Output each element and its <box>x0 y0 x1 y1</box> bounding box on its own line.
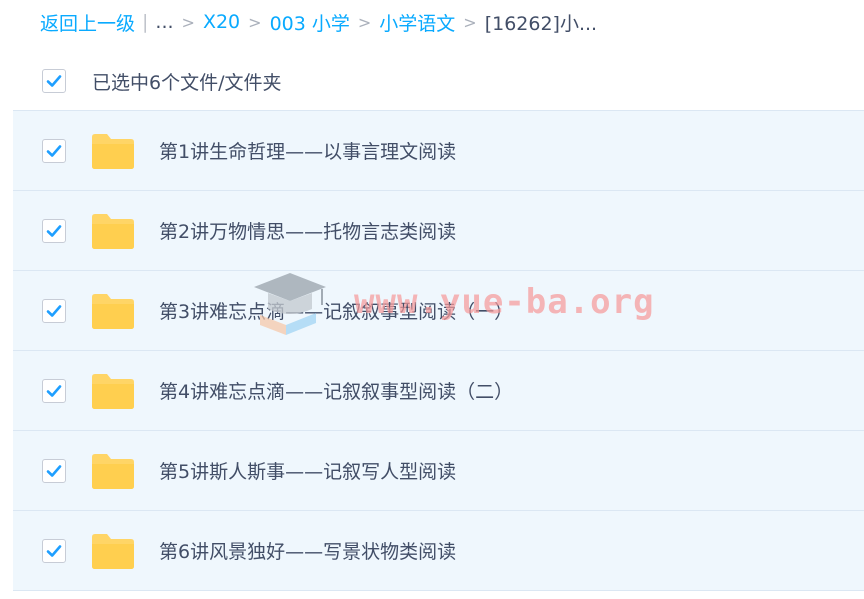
breadcrumb-ellipsis[interactable]: ... <box>155 11 173 33</box>
breadcrumb-divider: | <box>142 11 149 33</box>
file-name[interactable]: 第6讲风景独好——写景状物类阅读 <box>159 537 456 564</box>
file-row[interactable]: 第3讲难忘点滴——记叙叙事型阅读（一） <box>13 271 864 351</box>
file-row[interactable]: 第1讲生命哲理——以事言理文阅读 <box>13 111 864 191</box>
checkmark-icon <box>46 304 62 317</box>
breadcrumb-separator-icon: > <box>248 12 262 32</box>
checkmark-icon <box>46 384 62 397</box>
folder-icon <box>90 531 136 571</box>
checkmark-icon <box>46 144 62 157</box>
folder-icon <box>90 291 136 331</box>
row-checkbox[interactable] <box>42 538 66 563</box>
row-checkbox[interactable] <box>42 138 66 163</box>
folder-icon <box>90 211 136 251</box>
folder-icon <box>90 131 136 171</box>
file-name[interactable]: 第5讲斯人斯事——记叙写人型阅读 <box>159 457 456 484</box>
breadcrumb-item-chinese[interactable]: 小学语文 <box>379 9 455 36</box>
folder-icon <box>90 451 136 491</box>
selection-count: 已选中6个文件/文件夹 <box>92 71 282 94</box>
breadcrumb-separator-icon: > <box>463 12 477 32</box>
breadcrumb-separator-icon: > <box>357 12 372 32</box>
file-row[interactable]: 第6讲风景独好——写景状物类阅读 <box>13 511 864 591</box>
breadcrumb-separator-icon: > <box>181 12 195 32</box>
folder-icon <box>90 371 136 411</box>
breadcrumb-item-x20[interactable]: X20 <box>203 11 240 33</box>
file-name[interactable]: 第3讲难忘点滴——记叙叙事型阅读（一） <box>159 297 513 324</box>
checkmark-icon <box>46 464 62 477</box>
back-link[interactable]: 返回上一级 <box>40 9 135 36</box>
file-name[interactable]: 第1讲生命哲理——以事言理文阅读 <box>159 137 456 164</box>
row-checkbox[interactable] <box>42 298 66 323</box>
file-list: 第1讲生命哲理——以事言理文阅读 第2讲万物情思——托物言志类阅读 第3讲难忘点… <box>13 111 864 591</box>
checkmark-icon <box>46 544 62 557</box>
file-name[interactable]: 第4讲难忘点滴——记叙叙事型阅读（二） <box>159 377 513 404</box>
checkmark-icon <box>46 224 62 237</box>
row-checkbox[interactable] <box>42 458 66 483</box>
select-all-checkbox[interactable] <box>42 69 66 93</box>
file-row[interactable]: 第5讲斯人斯事——记叙写人型阅读 <box>13 431 864 511</box>
row-checkbox[interactable] <box>42 218 66 243</box>
file-row[interactable]: 第2讲万物情思——托物言志类阅读 <box>13 191 864 271</box>
file-row[interactable]: 第4讲难忘点滴——记叙叙事型阅读（二） <box>13 351 864 431</box>
selection-bar: 已选中6个文件/文件夹 <box>13 52 864 111</box>
checkmark-icon <box>46 75 62 87</box>
row-checkbox[interactable] <box>42 378 66 403</box>
breadcrumb-current: [16262]小... <box>484 12 598 35</box>
file-name[interactable]: 第2讲万物情思——托物言志类阅读 <box>159 217 456 244</box>
breadcrumb: 返回上一级 | ... > X20 > 003 小学 > 小学语文 > [162… <box>40 6 597 38</box>
breadcrumb-item-primary-school[interactable]: 003 小学 <box>270 9 350 36</box>
